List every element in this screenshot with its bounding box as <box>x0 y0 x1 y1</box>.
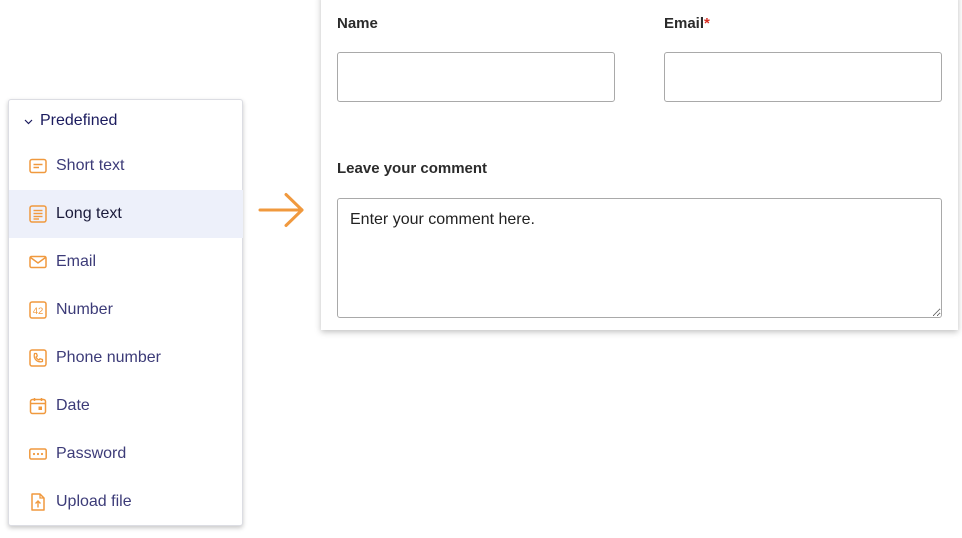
palette-item-label: Number <box>56 301 113 318</box>
password-icon <box>29 448 47 460</box>
palette-item-number[interactable]: 42 Number <box>9 286 243 334</box>
palette-item-label: Upload file <box>56 493 132 510</box>
palette-item-upload-file[interactable]: Upload file <box>9 478 243 526</box>
field-palette: Predefined Short text Long text Email 42… <box>8 99 243 526</box>
phone-icon <box>29 349 47 367</box>
palette-item-email[interactable]: Email <box>9 238 243 286</box>
palette-item-phone-number[interactable]: Phone number <box>9 334 243 382</box>
predefined-section-toggle[interactable]: Predefined <box>23 112 117 130</box>
palette-item-label: Email <box>56 253 97 270</box>
comment-label-text: Leave your comment <box>337 160 488 177</box>
short-text-icon <box>29 158 47 174</box>
date-icon <box>29 398 47 415</box>
email-label: Email* <box>664 15 710 32</box>
name-label-text: Name <box>337 15 378 32</box>
email-icon <box>29 255 47 269</box>
number-icon: 42 <box>29 301 47 319</box>
palette-item-label: Short text <box>56 157 125 174</box>
palette-item-label: Date <box>56 397 90 414</box>
upload-file-icon <box>31 493 45 511</box>
number-icon-text: 42 <box>33 306 44 317</box>
email-input[interactable] <box>664 52 942 102</box>
chevron-down-icon <box>24 119 33 124</box>
name-input[interactable] <box>337 52 615 102</box>
name-label: Name <box>337 15 378 32</box>
form-preview: Name Email* Leave your comment <box>321 0 958 330</box>
long-text-icon <box>29 205 47 223</box>
comment-label: Leave your comment <box>337 160 487 177</box>
palette-item-label: Phone number <box>56 349 161 366</box>
palette-item-label: Password <box>56 445 127 462</box>
palette-item-password[interactable]: Password <box>9 430 243 478</box>
section-title: Predefined <box>40 112 118 129</box>
email-label-text: Email <box>664 15 705 32</box>
palette-item-long-text[interactable]: Long text <box>9 190 243 238</box>
required-asterisk: * <box>704 15 710 32</box>
comment-textarea[interactable] <box>337 198 942 318</box>
palette-item-short-text[interactable]: Short text <box>9 142 243 190</box>
arrow-right-icon <box>258 193 304 227</box>
palette-item-label: Long text <box>56 205 122 222</box>
palette-item-date[interactable]: Date <box>9 382 243 430</box>
